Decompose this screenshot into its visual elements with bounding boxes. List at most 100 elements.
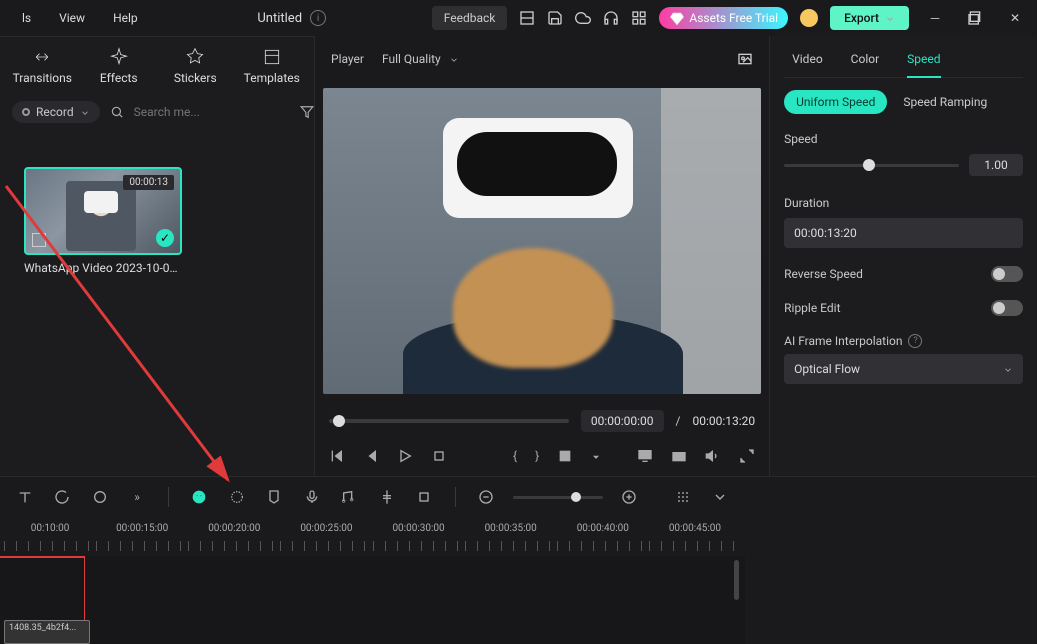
ratio-icon[interactable] — [557, 448, 573, 464]
align-tool-icon[interactable] — [376, 485, 397, 509]
current-time: 00:00:00:00 — [581, 410, 664, 432]
step-back-icon[interactable] — [363, 448, 379, 464]
headset-icon[interactable] — [603, 10, 619, 26]
speed-slider[interactable] — [784, 164, 959, 167]
timeline-clip[interactable]: 1408.35_4b2f4... — [4, 620, 90, 644]
volume-icon[interactable] — [705, 448, 721, 464]
close-button[interactable]: ✕ — [1001, 4, 1029, 32]
play-icon[interactable] — [397, 448, 413, 464]
prev-frame-icon[interactable] — [329, 448, 345, 464]
preview-figure — [443, 118, 633, 218]
ripple-edit-toggle[interactable] — [991, 300, 1023, 316]
tab-speed[interactable]: Speed — [907, 52, 940, 78]
ruler-tick: 00:10:00 — [4, 523, 96, 534]
record-button[interactable]: Record — [12, 101, 100, 123]
tab-transitions[interactable]: Transitions — [7, 47, 77, 85]
speed-tool-icon[interactable] — [189, 485, 210, 509]
camera-icon[interactable] — [671, 448, 687, 464]
tab-effects[interactable]: Effects — [84, 47, 154, 85]
preview-viewport[interactable] — [323, 88, 761, 394]
media-bin: 00:00:13 ✓ WhatsApp Video 2023-10-05... — [0, 131, 314, 476]
zoom-in-icon[interactable] — [619, 485, 640, 509]
zoom-thumb[interactable] — [571, 492, 581, 502]
ruler-tick: 00:00:45:00 — [649, 523, 741, 534]
tab-templates-label: Templates — [244, 71, 300, 85]
feedback-button[interactable]: Feedback — [432, 6, 508, 30]
export-button[interactable]: Export — [830, 6, 909, 30]
ai-interpolation-select[interactable]: Optical Flow — [784, 354, 1023, 384]
project-info-icon[interactable]: i — [310, 10, 326, 26]
mask-tool-icon[interactable] — [89, 485, 110, 509]
crop-tool-icon[interactable] — [413, 485, 434, 509]
reverse-speed-label: Reverse Speed — [784, 267, 863, 281]
track-view-chevron-icon[interactable] — [710, 485, 731, 509]
profile-icon[interactable] — [800, 9, 818, 27]
menu-help[interactable]: Help — [99, 11, 152, 25]
mark-out-icon[interactable]: } — [535, 449, 539, 463]
menu-view[interactable]: View — [45, 11, 99, 25]
clip-name: WhatsApp Video 2023-10-05... — [24, 261, 182, 275]
speed-value[interactable]: 1.00 — [969, 154, 1023, 176]
zoom-slider[interactable] — [513, 496, 602, 499]
clip-duration: 00:00:13 — [123, 175, 174, 190]
layout-icon[interactable] — [519, 10, 535, 26]
media-clip[interactable]: 00:00:13 ✓ — [24, 167, 182, 255]
stop-icon[interactable] — [431, 448, 447, 464]
scrollbar[interactable] — [734, 560, 739, 600]
speed-label: Speed — [784, 132, 1023, 146]
quality-value: Full Quality — [382, 52, 441, 66]
grid-icon[interactable] — [631, 10, 647, 26]
marker-tool-icon[interactable] — [264, 485, 285, 509]
track-view-icon[interactable] — [672, 485, 693, 509]
scrub-bar[interactable] — [329, 419, 569, 423]
help-icon[interactable]: ? — [908, 334, 922, 348]
tab-color[interactable]: Color — [851, 52, 879, 67]
duration-field[interactable]: 00:00:13:20 — [784, 218, 1023, 248]
ruler-tick: 00:00:25:00 — [280, 523, 372, 534]
tab-templates[interactable]: Templates — [237, 47, 307, 85]
time-sep: / — [676, 414, 681, 428]
reverse-speed-toggle[interactable] — [991, 266, 1023, 282]
quality-select[interactable]: Full Quality — [382, 52, 459, 66]
ruler-tick: 00:00:30:00 — [373, 523, 465, 534]
subtab-uniform-speed[interactable]: Uniform Speed — [784, 90, 887, 114]
speed-slider-thumb[interactable] — [863, 159, 875, 171]
player-panel: Player Full Quality 00:00:00:00 / 00:00:… — [314, 36, 770, 476]
filter-icon[interactable] — [300, 105, 314, 119]
cloud-icon[interactable] — [575, 10, 591, 26]
mark-in-icon[interactable]: { — [513, 449, 517, 463]
chevron-down-icon — [449, 54, 459, 64]
player-label: Player — [331, 52, 364, 66]
mic-tool-icon[interactable] — [301, 485, 322, 509]
preview-figure — [453, 248, 613, 368]
text-tool-icon[interactable] — [14, 485, 35, 509]
rotate-tool-icon[interactable] — [51, 485, 72, 509]
timeline-tracks[interactable]: 1408.35_4b2f4... — [0, 556, 745, 644]
ruler-tick: 00:00:15:00 — [96, 523, 188, 534]
chevron-down-icon — [885, 13, 895, 23]
fullscreen-icon[interactable] — [739, 448, 755, 464]
audio-tool-icon[interactable] — [339, 485, 360, 509]
save-icon[interactable] — [547, 10, 563, 26]
inspector-panel: Video Color Speed Uniform Speed Speed Ra… — [770, 36, 1037, 476]
scrub-knob[interactable] — [333, 415, 345, 427]
tab-video[interactable]: Video — [792, 52, 823, 67]
tab-stickers-label: Stickers — [174, 71, 217, 85]
minimize-button[interactable]: ─ — [921, 4, 949, 32]
display-icon[interactable] — [637, 448, 653, 464]
assets-trial-button[interactable]: Assets Free Trial — [659, 7, 788, 29]
zoom-out-icon[interactable] — [476, 485, 497, 509]
timeline-ruler[interactable]: 00:10:00 00:00:15:00 00:00:20:00 00:00:2… — [0, 517, 745, 534]
export-label: Export — [844, 11, 879, 25]
menu-tools[interactable]: ls — [8, 11, 45, 25]
search-icon[interactable] — [110, 105, 124, 119]
timeline-toolbar: » — [0, 477, 745, 517]
tab-stickers[interactable]: Stickers — [160, 47, 230, 85]
color-tool-icon[interactable] — [226, 485, 247, 509]
timeline: » 00:10:00 00:00:15:00 00:00:20:00 00:00… — [0, 476, 1037, 644]
maximize-button[interactable] — [961, 4, 989, 32]
search-input[interactable] — [134, 105, 290, 119]
subtab-speed-ramping[interactable]: Speed Ramping — [899, 90, 991, 114]
more-tools-icon[interactable]: » — [126, 485, 147, 509]
snapshot-icon[interactable] — [737, 51, 753, 67]
